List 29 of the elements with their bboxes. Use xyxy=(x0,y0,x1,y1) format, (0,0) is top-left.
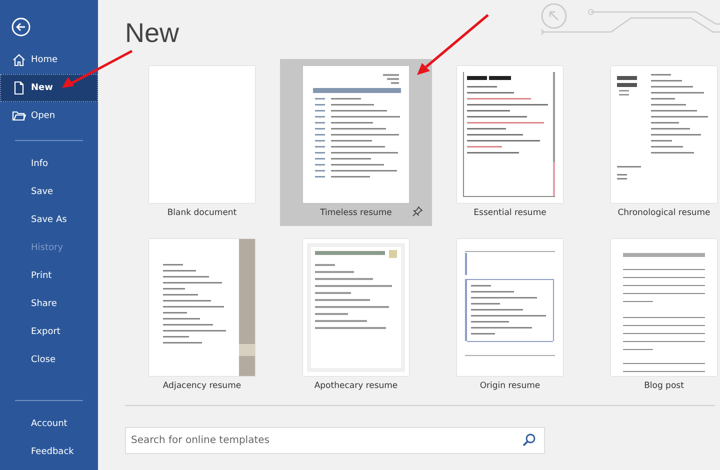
document-icon xyxy=(12,81,26,95)
template-card[interactable]: Essential resume xyxy=(434,59,586,226)
search-field[interactable]: Search for online templates xyxy=(125,427,545,454)
annotation-arrow xyxy=(62,50,133,88)
sidebar-item[interactable]: Home xyxy=(0,46,98,74)
template-card[interactable]: Origin resume xyxy=(434,232,586,399)
sidebar-item[interactable]: Open xyxy=(0,102,98,130)
template-card[interactable]: Blog post xyxy=(588,232,720,399)
sidebar-item[interactable]: Export xyxy=(0,318,98,346)
pin-icon[interactable] xyxy=(412,206,423,217)
home-icon xyxy=(12,53,26,67)
sidebar-item[interactable]: Feedback xyxy=(0,438,98,466)
template-card[interactable]: Adjacency resume xyxy=(126,232,278,399)
template-card[interactable]: Blank document xyxy=(126,59,278,226)
sidebar-item[interactable]: New xyxy=(0,74,98,102)
search-icon[interactable] xyxy=(522,433,536,447)
template-card[interactable]: Timeless resume xyxy=(280,59,432,226)
sidebar-item[interactable]: Close xyxy=(0,346,98,374)
annotation-arrow xyxy=(417,14,489,75)
page-title: New xyxy=(125,17,180,50)
sidebar-item[interactable]: Save As xyxy=(0,206,98,234)
sidebar-item[interactable]: Save xyxy=(0,178,98,206)
folder-icon xyxy=(12,109,26,123)
template-card[interactable]: Chronological resume xyxy=(588,59,720,226)
sidebar-item[interactable]: Print xyxy=(0,262,98,290)
template-card[interactable]: Apothecary resume xyxy=(280,232,432,399)
sidebar-item[interactable]: Info xyxy=(0,150,98,178)
sidebar-item[interactable]: Share xyxy=(0,290,98,318)
sidebar-item[interactable]: Account xyxy=(0,410,98,438)
